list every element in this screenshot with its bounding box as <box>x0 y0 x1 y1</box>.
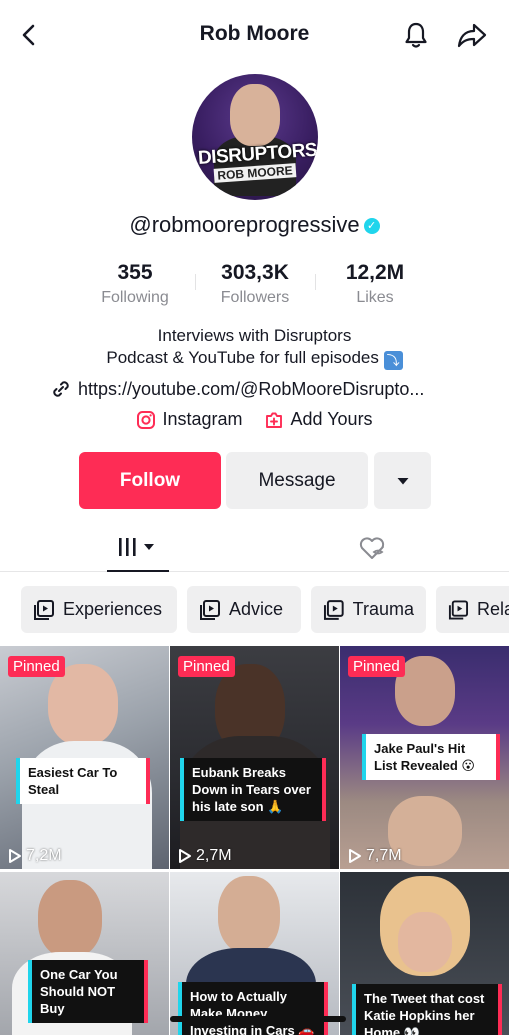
page-title: Rob Moore <box>199 22 310 45</box>
chip-advice[interactable]: Advice <box>187 586 301 633</box>
chip-label: Trauma <box>352 599 414 619</box>
video-thumbnail[interactable]: The Tweet that cost Katie Hopkins her Ho… <box>340 872 509 1035</box>
social-links: Instagram Add Yours <box>0 409 509 430</box>
video-caption: Eubank Breaks Down in Tears over his lat… <box>180 758 326 821</box>
profile-link-text: https://youtube.com/@RobMooreDisrupto... <box>78 378 425 399</box>
video-caption: Jake Paul's Hit List Revealed 😮 <box>362 734 500 780</box>
chip-relationships[interactable]: Rela <box>436 586 509 633</box>
view-count-text: 7,2M <box>26 847 62 864</box>
view-count: 7,7M <box>348 847 402 865</box>
chip-trauma[interactable]: Trauma <box>311 586 426 633</box>
play-icon <box>179 849 191 863</box>
videos-grid-icon <box>119 538 154 556</box>
bio-line-2: Podcast & YouTube for full episodes <box>106 348 379 367</box>
playlist-icon <box>448 599 469 620</box>
stat-following-value: 355 <box>117 261 153 284</box>
add-yours-label: Add Yours <box>290 409 373 429</box>
tab-liked-heart-hidden-icon[interactable] <box>356 534 388 562</box>
view-count: 2,7M <box>178 847 232 865</box>
message-button[interactable]: Message <box>226 452 368 509</box>
add-yours-icon <box>266 412 283 428</box>
video-caption: Easiest Car To Steal <box>16 758 150 804</box>
video-caption: One Car You Should NOT Buy <box>28 960 148 1023</box>
video-caption: The Tweet that cost Katie Hopkins her Ho… <box>352 984 502 1035</box>
verified-badge-icon: ✓ <box>363 218 380 234</box>
more-options-button[interactable] <box>374 452 431 509</box>
view-count-text: 2,7M <box>196 847 232 864</box>
stat-followers-label: Followers <box>220 289 290 306</box>
chip-label: Experiences <box>63 599 163 619</box>
pinned-badge: Pinned <box>8 656 65 677</box>
profile-actions: Follow Message <box>79 452 431 509</box>
home-indicator[interactable] <box>170 1016 346 1022</box>
playlist-chips: Experiences Advice Trauma Rela <box>0 586 509 634</box>
chip-label: Advice <box>229 599 284 619</box>
add-yours-link[interactable]: Add Yours <box>264 409 373 430</box>
thumbnail-face <box>398 912 452 972</box>
video-thumbnail[interactable]: One Car You Should NOT Buy <box>0 872 169 1035</box>
chip-experiences[interactable]: Experiences <box>21 586 177 633</box>
caret-down-icon <box>397 477 408 484</box>
link-icon <box>53 381 69 397</box>
share-icon[interactable] <box>455 19 489 51</box>
thumbnail-person <box>38 880 102 958</box>
instagram-icon <box>137 410 156 429</box>
stat-likes-label: Likes <box>356 289 394 306</box>
avatar-face <box>230 84 280 146</box>
video-grid: Pinned Easiest Car To Steal 7,2M Pinned … <box>0 646 509 1035</box>
profile-stats: 355 Following 303,3K Followers 12,2M Lik… <box>75 260 435 310</box>
play-icon <box>349 849 361 863</box>
username: @robmooreprogressive ✓ <box>0 212 509 238</box>
stat-followers[interactable]: 303,3K Followers <box>195 260 315 310</box>
playlist-icon <box>323 599 344 620</box>
username-text: @robmooreprogressive <box>129 212 360 237</box>
chip-label: Rela <box>476 599 509 619</box>
video-thumbnail[interactable]: Pinned Eubank Breaks Down in Tears over … <box>170 646 339 869</box>
view-count: 7,2M <box>8 847 62 865</box>
pinned-badge: Pinned <box>348 656 405 677</box>
follow-button[interactable]: Follow <box>79 452 221 509</box>
play-icon <box>9 849 21 863</box>
bell-icon[interactable] <box>400 19 432 51</box>
stat-following-label: Following <box>101 289 169 306</box>
arrow-down-emoji-icon: ⤵ <box>383 351 403 370</box>
view-count-text: 7,7M <box>366 847 402 864</box>
bio: Interviews with Disruptors Podcast & You… <box>0 325 509 370</box>
bio-line-1: Interviews with Disruptors <box>157 326 352 345</box>
tab-videos[interactable] <box>107 524 169 572</box>
thumbnail-person <box>218 876 280 954</box>
stat-followers-value: 303,3K <box>221 261 289 284</box>
instagram-label: Instagram <box>162 409 243 429</box>
avatar[interactable]: DISRUPTORS ROB MOORE <box>192 74 318 200</box>
playlist-icon <box>200 599 220 620</box>
video-caption: How to Actually Make Money Investing in … <box>178 982 328 1035</box>
profile-link[interactable]: https://youtube.com/@RobMooreDisrupto... <box>50 378 424 400</box>
content-tabs <box>0 524 509 572</box>
bio-line-2-wrap: Podcast & YouTube for full episodes ⤵ <box>0 347 509 370</box>
instagram-link[interactable]: Instagram <box>136 409 242 430</box>
stat-likes-value: 12,2M <box>345 261 405 284</box>
stat-following[interactable]: 355 Following <box>75 260 195 310</box>
video-thumbnail[interactable]: Pinned Jake Paul's Hit List Revealed 😮 7… <box>340 646 509 869</box>
stat-likes[interactable]: 12,2M Likes <box>315 260 435 310</box>
playlist-icon <box>34 599 54 620</box>
pinned-badge: Pinned <box>178 656 235 677</box>
top-bar: Rob Moore <box>0 0 509 70</box>
video-thumbnail[interactable]: How to Actually Make Money Investing in … <box>170 872 339 1035</box>
video-thumbnail[interactable]: Pinned Easiest Car To Steal 7,2M <box>0 646 169 869</box>
